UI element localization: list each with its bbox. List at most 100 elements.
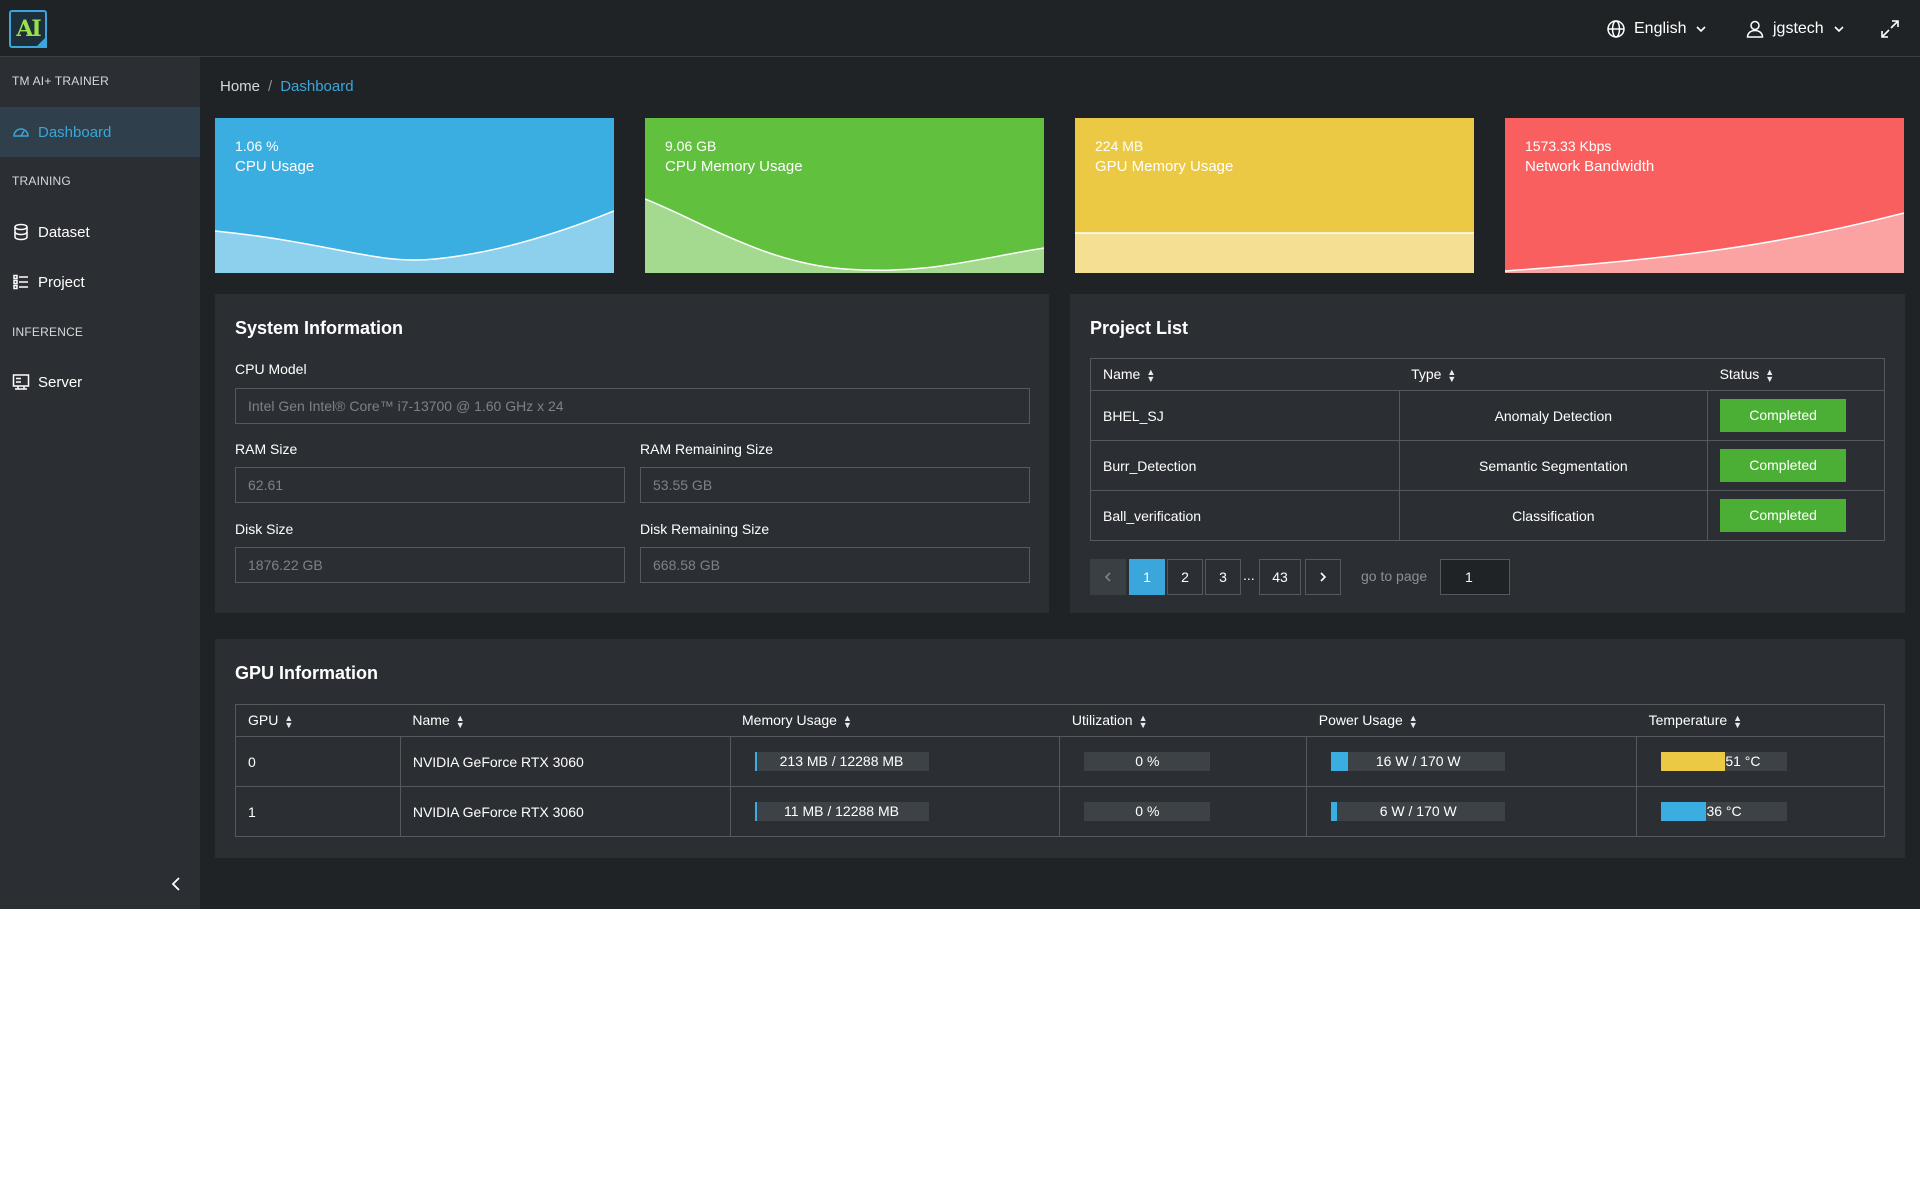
project-list-title: Project List	[1090, 318, 1189, 338]
column-header-power[interactable]: Power Usage ▲ ▼	[1306, 704, 1637, 737]
cpu-model-field: Intel Gen Intel® Core™ i7-13700 @ 1.60 G…	[235, 388, 1030, 424]
page-button-last[interactable]: 43	[1259, 559, 1301, 595]
prev-page-button[interactable]	[1090, 559, 1126, 595]
breadcrumb-separator: /	[268, 78, 273, 95]
database-icon	[12, 223, 30, 241]
chevron-left-icon	[1104, 572, 1111, 582]
power-usage-text: 6 W / 170 W	[1379, 803, 1457, 819]
gpu-index: 1	[248, 803, 256, 820]
system-info-title: System Information	[235, 318, 404, 338]
server-icon	[12, 373, 30, 391]
sidebar-item-label: Server	[38, 373, 83, 391]
sidebar-item-server[interactable]: Server	[0, 357, 200, 407]
ram-size-label: RAM Size	[235, 441, 298, 457]
language-selector[interactable]: English	[1606, 17, 1708, 41]
sidebar-item-label: Dashboard	[38, 123, 112, 141]
next-page-button[interactable]	[1305, 559, 1341, 595]
sort-icon: ▲ ▼	[1447, 366, 1457, 384]
table-row[interactable]: 1 NVIDIA GeForce RTX 3060 11 MB / 12288 MB…	[235, 786, 1885, 837]
table-row[interactable]: BHEL_SJ Anomaly Detection Completed	[1090, 390, 1885, 441]
globe-icon	[1606, 19, 1626, 39]
sidebar-item-dashboard[interactable]: Dashboard	[0, 107, 200, 157]
utilization-bar: 0 %	[1084, 802, 1211, 821]
ram-remaining-field: 53.55 GB	[640, 467, 1030, 503]
chevron-right-icon	[1320, 572, 1327, 582]
app-logo[interactable]: AI	[9, 10, 47, 48]
column-header-gpu[interactable]: GPU ▲ ▼	[235, 704, 401, 737]
page-button[interactable]: 2	[1167, 559, 1203, 595]
project-table-header: Name ▲ ▼ Type ▲ ▼ Status ▲ ▼	[1090, 358, 1885, 391]
gpu-table-header: GPU ▲ ▼ Name ▲ ▼ Memory Usage ▲ ▼ Utilization ▲…	[235, 704, 1885, 737]
column-header-name[interactable]: Name ▲ ▼	[1090, 358, 1400, 391]
fullscreen-button[interactable]	[1880, 17, 1900, 41]
table-row[interactable]: Ball_verification Classification Complet…	[1090, 490, 1885, 541]
gpu-name: NVIDIA GeForce RTX 3060	[412, 803, 584, 820]
stat-card-gpu-memory: 224 MB GPU Memory Usage	[1075, 118, 1474, 273]
status-badge[interactable]: Completed	[1720, 399, 1847, 432]
stat-label: GPU Memory Usage	[1095, 158, 1234, 175]
ram-size-field: 62.61	[235, 467, 625, 503]
sidebar-item-label: Dataset	[38, 223, 90, 241]
chevron-down-icon	[1832, 22, 1846, 36]
column-header-status[interactable]: Status ▲ ▼	[1707, 358, 1885, 391]
sidebar-item-dataset[interactable]: Dataset	[0, 207, 200, 257]
goto-page-input[interactable]: 1	[1440, 559, 1510, 595]
table-row[interactable]: Burr_Detection Semantic Segmentation Com…	[1090, 440, 1885, 491]
power-usage-bar: 16 W / 170 W	[1331, 752, 1506, 771]
gpu-index: 0	[248, 753, 256, 770]
username-label: jgstech	[1773, 20, 1824, 37]
column-header-utilization[interactable]: Utilization ▲ ▼	[1059, 704, 1307, 737]
top-header: AI English jgstech	[0, 0, 1920, 57]
sort-icon: ▲ ▼	[455, 712, 465, 730]
chevron-down-icon	[1694, 22, 1708, 36]
utilization-text: 0 %	[1135, 753, 1160, 769]
sort-icon: ▲ ▼	[1765, 366, 1775, 384]
status-badge[interactable]: Completed	[1720, 499, 1847, 532]
temperature-text: 51 °C	[1725, 753, 1761, 769]
chevron-left-icon	[171, 877, 180, 891]
sort-icon: ▲ ▼	[1733, 712, 1743, 730]
list-icon	[12, 273, 30, 291]
status-badge[interactable]: Completed	[1720, 449, 1847, 482]
stat-sparkline	[645, 198, 1044, 273]
sort-icon: ▲ ▼	[1138, 712, 1148, 730]
table-row[interactable]: 0 NVIDIA GeForce RTX 3060 213 MB / 12288 M…	[235, 736, 1885, 787]
column-header-type[interactable]: Type ▲ ▼	[1399, 358, 1708, 391]
sort-icon: ▲ ▼	[842, 712, 852, 730]
stat-sparkline	[215, 210, 614, 273]
temperature-text: 36 °C	[1706, 803, 1742, 819]
project-table: Name ▲ ▼ Type ▲ ▼ Status ▲ ▼ BHEL_SJ Anomaly D…	[1090, 358, 1885, 541]
sidebar: TM AI+ TRAINER Dashboard TRAINING Datase…	[0, 57, 200, 909]
stat-sparkline	[1075, 232, 1474, 273]
stat-label: Network Bandwidth	[1525, 158, 1655, 175]
stat-label: CPU Usage	[235, 158, 315, 175]
page-button[interactable]: 3	[1205, 559, 1241, 595]
dashboard-icon	[12, 123, 30, 141]
stat-value: 9.06 GB	[665, 138, 717, 154]
breadcrumb-current: Dashboard	[280, 78, 354, 95]
sidebar-item-label: Project	[38, 273, 85, 291]
page-ellipsis: ...	[1243, 567, 1255, 583]
stat-card-cpu-usage: 1.06 % CPU Usage	[215, 118, 614, 273]
disk-remaining-label: Disk Remaining Size	[640, 521, 770, 537]
stat-sparkline	[1505, 212, 1904, 273]
stat-value: 1573.33 Kbps	[1525, 138, 1612, 154]
column-header-memory[interactable]: Memory Usage ▲ ▼	[730, 704, 1060, 737]
memory-usage-text: 213 MB / 12288 MB	[779, 753, 904, 769]
breadcrumb: Home / Dashboard	[220, 78, 354, 95]
project-type: Semantic Segmentation	[1398, 440, 1709, 491]
user-menu[interactable]: jgstech	[1745, 17, 1846, 41]
column-header-name[interactable]: Name ▲ ▼	[400, 704, 731, 737]
cpu-model-label: CPU Model	[235, 361, 307, 377]
temperature-fill	[1661, 752, 1726, 771]
goto-page-label: go to page	[1361, 568, 1428, 584]
collapse-sidebar-button[interactable]	[168, 875, 184, 893]
expand-icon	[1880, 19, 1900, 39]
column-header-temperature[interactable]: Temperature ▲ ▼	[1636, 704, 1885, 737]
stat-card-network-bandwidth: 1573.33 Kbps Network Bandwidth	[1505, 118, 1904, 273]
page-button[interactable]: 1	[1129, 559, 1165, 595]
stat-value: 224 MB	[1095, 138, 1144, 154]
breadcrumb-home[interactable]: Home	[220, 78, 260, 95]
sidebar-item-project[interactable]: Project	[0, 257, 200, 307]
memory-usage-bar: 213 MB / 12288 MB	[754, 752, 929, 771]
